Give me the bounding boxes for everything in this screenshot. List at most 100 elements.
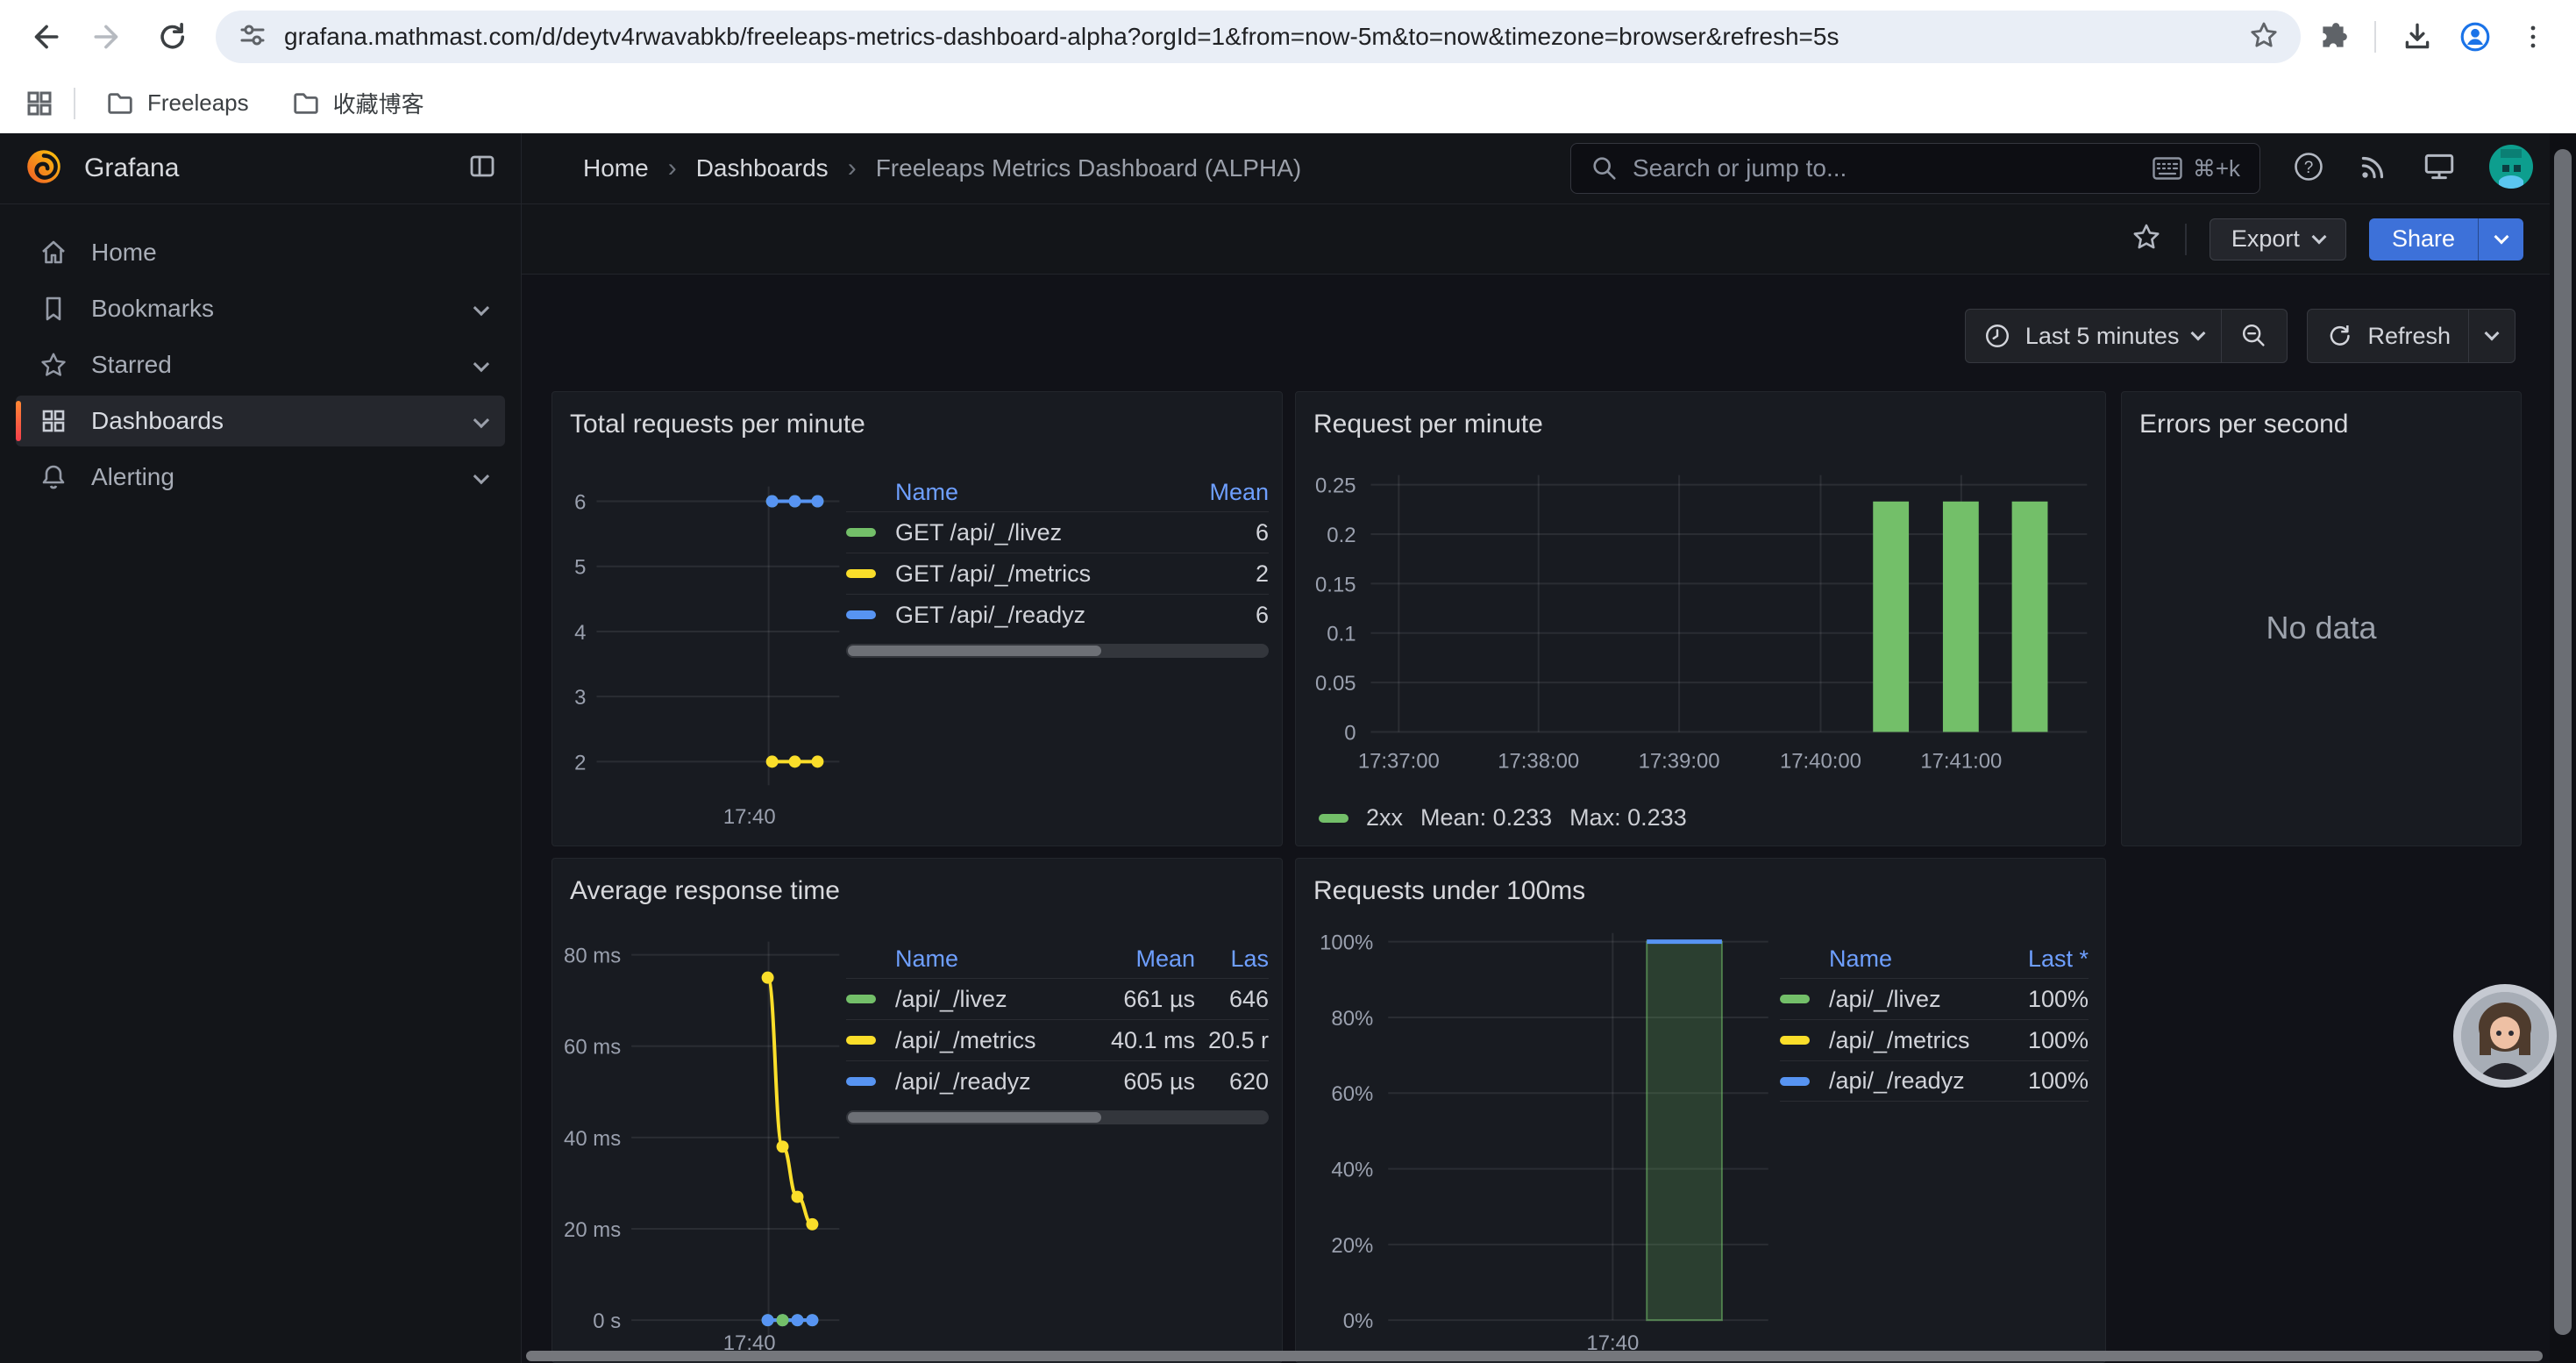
series-color-pill [1780,1036,1810,1045]
topnav-icons: ? [2292,144,2534,194]
legend-table: NameMeanGET /api/_/livez6GET /api/_/metr… [846,473,1269,658]
refresh-label: Refresh [2367,323,2451,350]
time-range-label: Last 5 minutes [2025,323,2180,350]
bookmark-label: Freeleaps [147,89,249,117]
legend-row[interactable]: /api/_/readyz605 µs620 [846,1060,1269,1102]
series-color-pill [846,569,876,578]
search-input[interactable]: Search or jump to... ⌘+k [1570,143,2260,194]
dashboard-canvas: Last 5 minutes Refresh [522,275,2576,1363]
breadcrumb-home[interactable]: Home [583,154,649,182]
svg-text:20%: 20% [1331,1234,1373,1258]
refresh-interval-button[interactable] [2468,310,2515,362]
zoom-out-button[interactable] [2221,310,2287,362]
reload-icon[interactable] [154,20,188,54]
svg-text:0 s: 0 s [593,1309,621,1333]
bookmark-folder-freeleaps[interactable]: Freeleaps [93,83,261,124]
series-max: Max: 0.233 [1569,804,1687,831]
refresh-icon [2325,322,2353,350]
sidebar-item-alerting[interactable]: Alerting [16,452,505,503]
bookmark-star-icon[interactable] [2248,19,2280,55]
legend-row[interactable]: /api/_/metrics40.1 ms20.5 r [846,1019,1269,1060]
favorite-star-icon[interactable] [2131,221,2162,257]
legend-row[interactable]: /api/_/livez661 µs646 [846,978,1269,1019]
bookmark-label: 收藏博客 [333,87,424,119]
grafana-topnav: Home › Dashboards › Freeleaps Metrics Da… [522,133,2576,204]
bar-chart[interactable]: 0.250.20.150.10.05017:37:0017:38:0017:39… [1296,392,2105,846]
star-icon [39,350,68,380]
sidebar: Grafana Home Bookmarks Starred [0,133,522,1363]
search-icon [1590,154,1619,182]
help-icon[interactable]: ? [2292,150,2325,188]
svg-text:17:40: 17:40 [723,805,776,829]
share-menu-button[interactable] [2478,218,2523,260]
svg-text:6: 6 [574,490,586,514]
extensions-icon[interactable] [2316,20,2350,54]
user-avatar[interactable] [2488,144,2534,194]
sidebar-item-dashboards[interactable]: Dashboards [16,396,505,446]
folder-icon [291,89,321,118]
sidebar-item-bookmarks[interactable]: Bookmarks [16,283,505,334]
svg-text:60 ms: 60 ms [564,1036,621,1060]
series-color-pill [846,528,876,537]
legend-row[interactable]: /api/_/livez100% [1780,978,2089,1019]
downloads-icon[interactable] [2401,20,2434,54]
bell-icon [39,462,68,492]
news-rss-icon[interactable] [2357,150,2390,188]
page-horizontal-scrollbar[interactable] [526,1351,2543,1361]
legend-row[interactable]: GET /api/_/metrics2 [846,553,1269,594]
apps-grid-icon[interactable] [23,87,56,120]
breadcrumb-dashboards[interactable]: Dashboards [696,154,829,182]
screen: grafana.mathmast.com/d/deytv4rwavabkb/fr… [0,0,2576,1363]
sidebar-toggle-icon[interactable] [466,151,498,187]
series-name: 2xx [1366,804,1403,831]
legend-inline[interactable]: 2xx Mean: 0.233 Max: 0.233 [1319,804,1687,831]
legend-scrollbar[interactable] [846,644,1269,658]
series-mean: Mean: 0.233 [1420,804,1552,831]
address-bar[interactable]: grafana.mathmast.com/d/deytv4rwavabkb/fr… [216,11,2301,63]
panel-request-per-minute: Request per minute 0.250.20.150.10.05017… [1295,391,2106,846]
back-icon[interactable] [28,20,61,54]
url-text[interactable]: grafana.mathmast.com/d/deytv4rwavabkb/fr… [284,23,2232,51]
page-vertical-scrollbar[interactable] [2550,133,2576,1363]
legend-table: NameLast */api/_/livez100%/api/_/metrics… [1780,939,2089,1102]
home-icon [39,238,68,268]
sidebar-item-label: Alerting [91,463,174,491]
floating-assistant-avatar[interactable] [2453,984,2557,1088]
refresh-button[interactable]: Refresh [2308,310,2468,362]
sidebar-item-starred[interactable]: Starred [16,339,505,390]
chevron-down-icon [2311,229,2326,244]
legend-row[interactable]: GET /api/_/livez6 [846,511,1269,553]
breadcrumb-separator: › [668,153,677,183]
browser-nav-buttons [19,20,196,54]
chevron-down-icon [2485,326,2500,341]
bar-chart[interactable]: 100%80%60%40%20%0%17:40 [1296,859,2105,1362]
menu-kebab-icon[interactable] [2516,20,2550,54]
legend-row[interactable]: /api/_/metrics100% [1780,1019,2089,1060]
legend-table: NameMeanLas/api/_/livez661 µs646/api/_/m… [846,939,1269,1124]
sidebar-item-home[interactable]: Home [16,227,505,278]
grafana-logo[interactable] [23,146,65,192]
sidebar-header: Grafana [0,133,521,204]
legend-row[interactable]: /api/_/readyz100% [1780,1060,2089,1102]
share-button[interactable]: Share [2369,218,2478,260]
svg-text:0.2: 0.2 [1327,524,1356,547]
monitor-kiosk-icon[interactable] [2422,150,2457,188]
export-button[interactable]: Export [2210,218,2346,260]
scrollbar-thumb[interactable] [2554,149,2572,1335]
bookmark-folder-blog[interactable]: 收藏博客 [279,82,437,125]
series-color-pill [1780,1077,1810,1086]
clock-icon [1983,322,2011,350]
svg-text:?: ? [2304,159,2314,177]
panel-title[interactable]: Errors per second [2139,410,2348,439]
site-settings-icon[interactable] [237,19,268,55]
time-range-picker[interactable]: Last 5 minutes [1966,310,2222,362]
legend-scrollbar[interactable] [846,1110,1269,1124]
no-data-message: No data [2122,610,2521,646]
svg-text:5: 5 [574,556,586,580]
series-color-pill [846,610,876,619]
forward-icon[interactable] [91,20,125,54]
bookmark-icon [39,294,68,324]
legend-row[interactable]: GET /api/_/readyz6 [846,594,1269,635]
profile-icon[interactable] [2459,20,2492,54]
time-controls: Last 5 minutes Refresh [1965,309,2516,363]
